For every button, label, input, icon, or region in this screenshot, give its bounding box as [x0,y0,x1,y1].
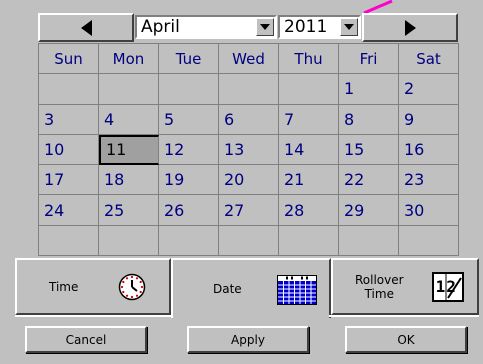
day-cell[interactable]: 3 [39,104,99,135]
calendar-icon [276,275,317,305]
day-cell[interactable]: 7 [279,104,339,135]
year-value: 2011 [284,17,328,37]
tab-date-label: Date [213,282,242,296]
day-cell[interactable]: 22 [339,165,399,196]
day-cell[interactable]: 16 [399,134,459,166]
day-cell[interactable]: 14 [279,134,339,166]
weekday-header: Thu [279,44,339,75]
day-cell [39,74,99,105]
day-cell-selected[interactable]: 11 [99,134,159,166]
weekday-header: Wed [219,44,279,75]
weekday-header: Mon [99,44,159,75]
active-tab-gap [173,314,329,318]
rollover-icon: 12 [431,271,464,302]
day-cell[interactable]: 2 [399,74,459,105]
calendar-grid: Sun Mon Tue Wed Thu Fri Sat 1 2 3 4 5 6 … [38,43,459,256]
day-cell[interactable]: 10 [39,134,99,166]
left-triangle-icon [80,19,92,36]
day-cell[interactable]: 13 [219,134,279,166]
chevron-down-icon [344,24,354,30]
day-cell [219,225,279,256]
ok-button[interactable]: OK [345,326,467,353]
year-dropdown-arrow[interactable] [340,18,358,36]
day-cell[interactable]: 17 [39,165,99,196]
weekday-header: Sat [399,44,459,75]
weekday-header: Tue [159,44,219,75]
rollover-slash-icon [445,273,462,300]
day-cell[interactable]: 4 [99,104,159,135]
tab-rollover-label-line1: Rollover [355,272,404,287]
month-dropdown[interactable]: April [135,15,277,39]
weekday-header: Fri [339,44,399,75]
month-dropdown-arrow[interactable] [256,18,274,36]
day-cell[interactable]: 24 [39,195,99,226]
day-cell[interactable]: 8 [339,104,399,135]
prev-month-button[interactable] [38,13,134,42]
day-cell[interactable]: 20 [219,165,279,196]
day-cell[interactable]: 9 [399,104,459,135]
day-cell[interactable]: 23 [399,165,459,196]
tab-time[interactable]: Time [15,258,171,315]
day-cell [39,225,99,256]
day-cell[interactable]: 25 [99,195,159,226]
day-cell [339,225,399,256]
clock-icon [119,273,146,300]
month-value: April [141,17,180,37]
day-cell [279,74,339,105]
tab-date[interactable]: Date [171,258,331,318]
corner-stroke-mark [363,0,393,14]
day-cell[interactable]: 5 [159,104,219,135]
day-cell[interactable]: 30 [399,195,459,226]
tab-rollover-time[interactable]: Rollover Time 12 [331,258,479,315]
year-dropdown[interactable]: 2011 [278,15,361,39]
day-cell [279,225,339,256]
day-cell[interactable]: 6 [219,104,279,135]
day-cell [399,225,459,256]
day-cell[interactable]: 28 [279,195,339,226]
apply-button[interactable]: Apply [187,326,309,353]
day-cell [99,225,159,256]
chevron-down-icon [260,24,270,30]
day-cell[interactable]: 12 [159,134,219,166]
day-cell [159,225,219,256]
day-cell[interactable]: 1 [339,74,399,105]
weekday-header: Sun [39,44,99,75]
day-cell [159,74,219,105]
tab-time-label: Time [49,279,79,294]
day-cell[interactable]: 29 [339,195,399,226]
day-cell[interactable]: 27 [219,195,279,226]
day-cell [99,74,159,105]
day-cell[interactable]: 21 [279,165,339,196]
day-cell [219,74,279,105]
tab-rollover-label-line2: Time [364,286,394,301]
day-cell[interactable]: 18 [99,165,159,196]
day-cell[interactable]: 15 [339,134,399,166]
right-triangle-icon [404,19,416,36]
tab-rollover-label: Rollover Time [355,273,404,301]
cancel-button[interactable]: Cancel [25,326,147,353]
day-cell[interactable]: 19 [159,165,219,196]
day-cell[interactable]: 26 [159,195,219,226]
next-month-button[interactable] [362,13,458,42]
